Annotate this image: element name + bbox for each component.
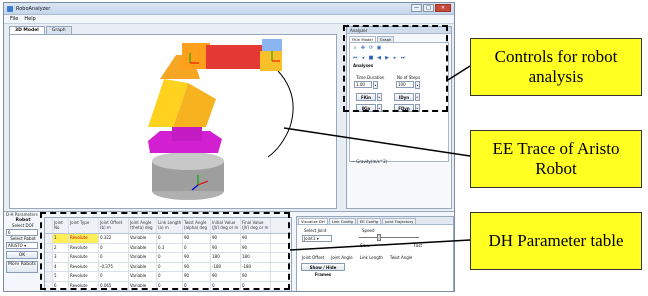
joint-angle-label[interactable]: Joint Angle (328, 255, 353, 260)
ee-trace-curve (267, 70, 294, 158)
dh-table-callout: DH Parameter table (470, 212, 642, 270)
fast-label: Fast (414, 243, 423, 248)
link-length-label[interactable]: Link Length (357, 255, 383, 260)
menu-file[interactable]: File (10, 16, 18, 22)
visualize-parameters: Joint Offset Joint Angle Link Length Twi… (299, 255, 412, 260)
joint-offset-label[interactable]: Joint Offset (299, 255, 324, 260)
dh-table-highlight-box (40, 212, 290, 290)
window-title: RoboAnalyzer (16, 6, 51, 12)
document-tabs: 3D Model Graph (9, 26, 72, 34)
slow-label: Slow (360, 243, 370, 248)
tab-joint-trajectory[interactable]: Joint Trajectory (382, 218, 417, 224)
app-logo-icon (7, 6, 13, 12)
more-robots-button[interactable]: More Robots (6, 261, 38, 273)
tab-3d-model[interactable]: 3D Model (9, 26, 45, 34)
close-button[interactable]: ✕ (435, 4, 451, 12)
maximize-button[interactable]: □ (423, 4, 434, 12)
select-robot-label: Select Robot (10, 236, 36, 241)
robot-select[interactable]: ARISTO ▾ (6, 242, 38, 249)
ee-trace-callout: EE Trace of Aristo Robot (470, 130, 642, 188)
robot-red-forearm (206, 45, 264, 69)
3d-viewport[interactable] (9, 34, 337, 209)
tab-graph[interactable]: Graph (45, 26, 72, 34)
controls-callout: Controls for robot analysis (470, 38, 642, 96)
select-joint-label: Select Joint (304, 228, 327, 233)
speed-slider-track[interactable] (359, 237, 419, 238)
speed-slider-thumb[interactable] (377, 234, 381, 241)
title-bar: RoboAnalyzer — □ ✕ (4, 3, 454, 15)
dof-select[interactable]: 6 (6, 229, 38, 236)
robot-orange-joint (182, 43, 210, 69)
tab-visualize-dh[interactable]: Visualize DH (298, 218, 328, 224)
robot-base-top (152, 152, 224, 170)
joint-select[interactable]: Joint1 ▾ (302, 235, 332, 242)
dh-panel-header: D-H Parameters (6, 212, 38, 217)
menu-bar: File Help (4, 15, 454, 24)
visualize-dh-panel: Visualize DH Link Config EE Config Joint… (296, 216, 454, 291)
select-dof-label: Select DOF (11, 223, 35, 228)
robot-selection: Robot Select DOF 6 Select Robot ARISTO ▾… (6, 218, 40, 291)
speed-label: Speed (362, 228, 375, 233)
ok-button[interactable]: OK (6, 251, 38, 259)
controls-highlight-box (343, 25, 448, 112)
minimize-button[interactable]: — (411, 4, 422, 12)
menu-help[interactable]: Help (24, 16, 35, 22)
twist-angle-label[interactable]: Twist Angle (387, 255, 412, 260)
tab-ee-config[interactable]: EE Config (356, 218, 382, 224)
show-frames-button[interactable]: Show / Hide Frames (301, 263, 345, 277)
tab-link-config[interactable]: Link Config (328, 218, 356, 224)
robot-render (148, 39, 294, 200)
gravity-label: — Gravity(m/s^2) (351, 159, 388, 164)
visualize-dh-body: Select Joint Joint1 ▾ Speed Slow Fast Jo… (297, 225, 453, 291)
